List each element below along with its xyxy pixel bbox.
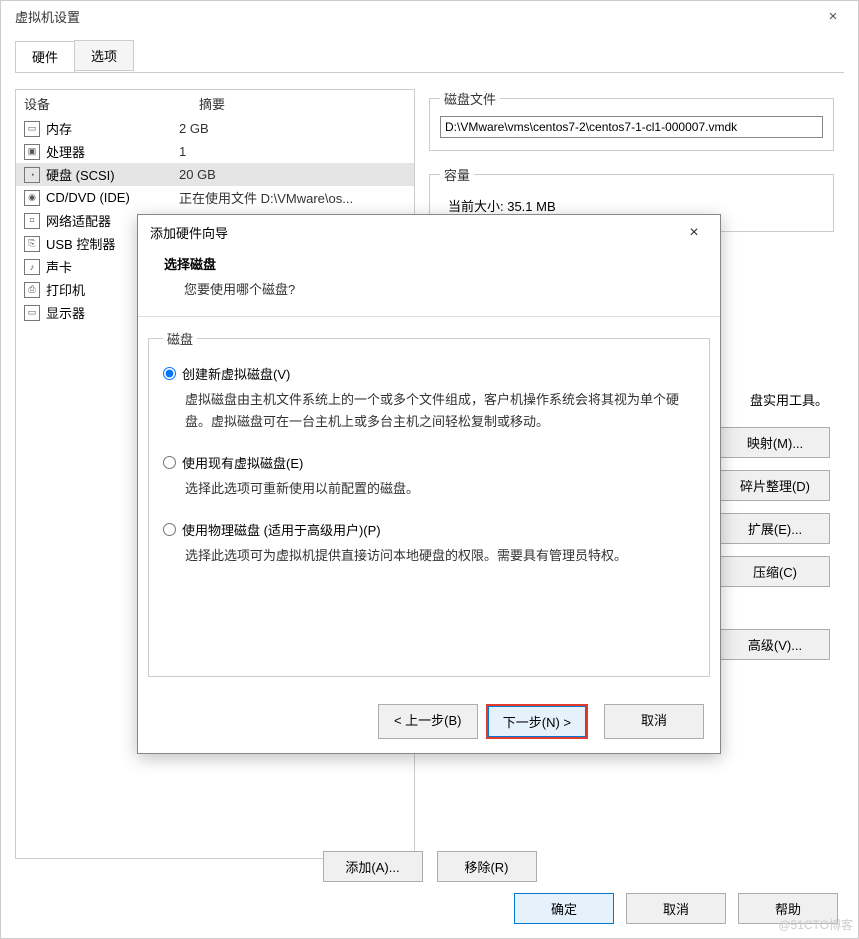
device-name: 打印机 [46,280,85,299]
advanced-button[interactable]: 高级(V)... [720,629,830,660]
wizard-subheading: 您要使用哪个磁盘? [164,279,694,298]
device-icon: ◉ [24,190,40,206]
wizard-header: 选择磁盘 您要使用哪个磁盘? [138,248,720,316]
opt2-desc: 选择此选项可重新使用以前配置的磁盘。 [163,472,695,500]
window-title: 虚拟机设置 [15,7,80,26]
device-row[interactable]: ◔ 硬盘 (SCSI) 20 GB [16,163,414,186]
opt2-label: 使用现有虚拟磁盘(E) [182,453,303,472]
wizard-heading: 选择磁盘 [164,254,694,279]
wizard-close-icon[interactable]: × [680,224,708,242]
device-name: 处理器 [46,142,85,161]
device-icon: ⎙ [24,282,40,298]
tabs: 硬件 选项 [1,30,858,72]
device-name: 网络适配器 [46,211,111,230]
compress-button[interactable]: 压缩(C) [720,556,830,587]
tab-options[interactable]: 选项 [74,40,134,71]
opt1-desc: 虚拟磁盘由主机文件系统上的一个或多个文件组成，客户机操作系统会将其视为单个硬盘。… [163,383,695,433]
radio-existing[interactable] [163,456,176,469]
wizard-titlebar: 添加硬件向导 × [138,215,720,248]
device-row[interactable]: ▣ 处理器 1 [16,140,414,163]
device-name: 内存 [46,119,72,138]
option-existing-disk[interactable]: 使用现有虚拟磁盘(E) 选择此选项可重新使用以前配置的磁盘。 [163,453,695,500]
device-icon: ▭ [24,121,40,137]
device-icon: ♪ [24,259,40,275]
diskfile-path[interactable]: D:\VMware\vms\centos7-2\centos7-1-cl1-00… [440,116,823,138]
device-summary: 20 GB [179,167,216,182]
device-summary: 正在使用文件 D:\VMware\os... [179,188,353,207]
opt3-desc: 选择此选项可为虚拟机提供直接访问本地硬盘的权限。需要具有管理员特权。 [163,539,695,567]
radio-physical[interactable] [163,523,176,536]
wizard-footer: < 上一步(B) 下一步(N) > 取消 [378,704,704,739]
radio-create-new[interactable] [163,367,176,380]
add-hardware-wizard: 添加硬件向导 × 选择磁盘 您要使用哪个磁盘? 磁盘 创建新虚拟磁盘(V) 虚拟… [137,214,721,754]
opt3-label: 使用物理磁盘 (适用于高级用户)(P) [182,520,381,539]
wizard-cancel-button[interactable]: 取消 [604,704,704,739]
device-action-buttons: 添加(A)... 移除(R) [1,851,858,882]
device-name: 声卡 [46,257,72,276]
tab-hardware[interactable]: 硬件 [15,41,75,72]
device-summary: 1 [179,144,186,159]
device-name: 显示器 [46,303,85,322]
opt1-label: 创建新虚拟磁盘(V) [182,364,290,383]
option-physical-disk[interactable]: 使用物理磁盘 (适用于高级用户)(P) 选择此选项可为虚拟机提供直接访问本地硬盘… [163,520,695,567]
add-device-button[interactable]: 添加(A)... [323,851,423,882]
map-button[interactable]: 映射(M)... [720,427,830,458]
wizard-body: 磁盘 创建新虚拟磁盘(V) 虚拟磁盘由主机文件系统上的一个或多个文件组成，客户机… [138,316,720,703]
device-list-header: 设备 摘要 [16,90,414,117]
device-icon: ▣ [24,144,40,160]
device-icon: ⎘ [24,236,40,252]
device-summary: 2 GB [179,121,209,136]
watermark: @51CTO博客 [778,916,853,933]
expand-button[interactable]: 扩展(E)... [720,513,830,544]
device-icon: ⌗ [24,213,40,229]
back-button[interactable]: < 上一步(B) [378,704,478,739]
remove-device-button[interactable]: 移除(R) [437,851,537,882]
device-row[interactable]: ◉ CD/DVD (IDE) 正在使用文件 D:\VMware\os... [16,186,414,209]
device-name: USB 控制器 [46,234,115,253]
next-button[interactable]: 下一步(N) > [486,704,588,739]
option-create-new-disk[interactable]: 创建新虚拟磁盘(V) 虚拟磁盘由主机文件系统上的一个或多个文件组成，客户机操作系… [163,364,695,433]
cancel-button[interactable]: 取消 [626,893,726,924]
device-row[interactable]: ▭ 内存 2 GB [16,117,414,140]
diskfile-legend: 磁盘文件 [440,89,500,108]
titlebar: 虚拟机设置 × [1,1,858,30]
disk-choice-legend: 磁盘 [163,329,197,348]
header-device: 设备 [24,94,199,113]
diskfile-group: 磁盘文件 D:\VMware\vms\centos7-2\centos7-1-c… [429,89,834,151]
device-name: CD/DVD (IDE) [46,190,130,205]
disk-choice-group: 磁盘 创建新虚拟磁盘(V) 虚拟磁盘由主机文件系统上的一个或多个文件组成，客户机… [148,329,710,677]
device-name: 硬盘 (SCSI) [46,165,115,184]
defrag-button[interactable]: 碎片整理(D) [720,470,830,501]
device-icon: ◔ [24,167,40,183]
wizard-title: 添加硬件向导 [150,223,228,242]
close-icon[interactable]: × [818,8,848,25]
capacity-legend: 容量 [440,165,474,184]
ok-button[interactable]: 确定 [514,893,614,924]
header-summary: 摘要 [199,94,225,113]
device-icon: ▭ [24,305,40,321]
